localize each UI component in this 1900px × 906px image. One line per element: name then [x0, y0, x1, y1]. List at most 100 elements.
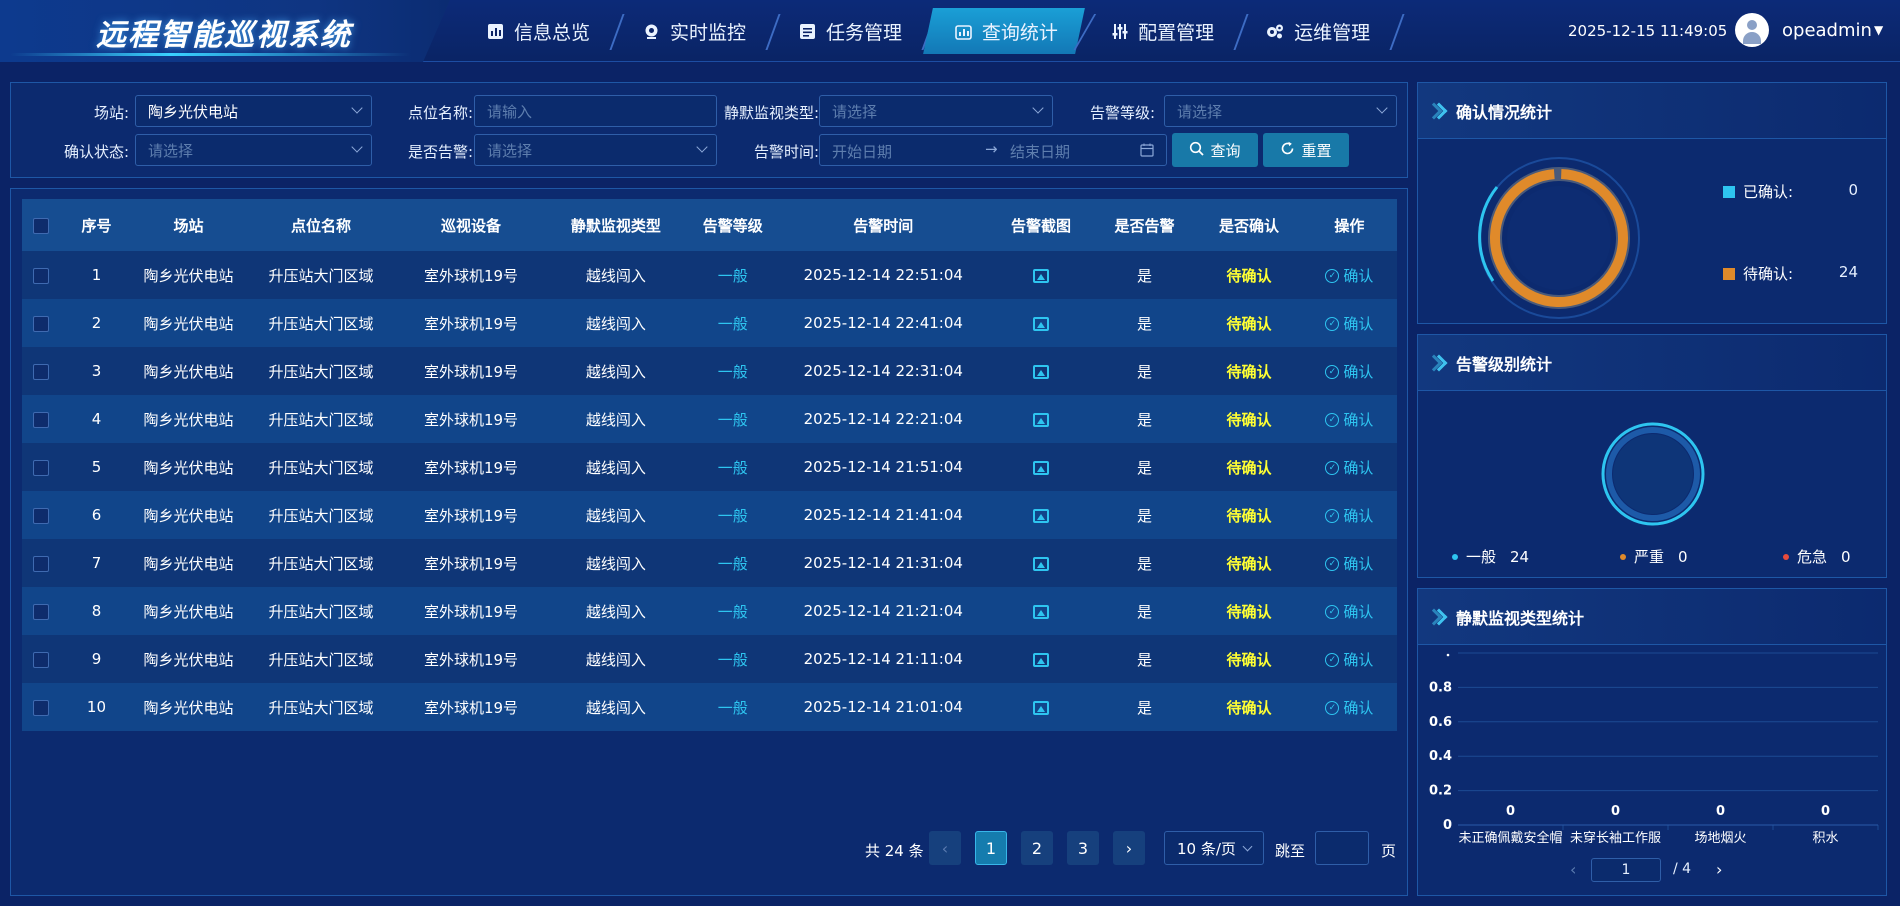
confirm-action-label: 确认: [1343, 651, 1374, 670]
is-alarm-select[interactable]: 请选择: [474, 134, 717, 166]
confirm-action-link[interactable]: ✓ 确认: [1325, 697, 1373, 718]
cell-device: 室外球机19号: [423, 458, 519, 477]
nav-item-query-stats[interactable]: 查询统计: [923, 8, 1085, 54]
chevron-down-icon: [351, 141, 363, 153]
user-avatar[interactable]: [1735, 13, 1769, 47]
alarm-time-range[interactable]: 开始日期 → 结束日期: [819, 134, 1167, 166]
table-row[interactable]: 3 陶乡光伏电站 升压站大门区域 室外球机19号 越线闯入 一般 2025-12-14 22…: [22, 347, 1397, 395]
chart-prev-icon[interactable]: ‹: [1570, 860, 1576, 879]
y-tick-label: 0.6: [1429, 715, 1452, 730]
confirm-action-label: 确认: [1343, 363, 1374, 382]
image-icon[interactable]: [1033, 604, 1050, 619]
page-size-select[interactable]: 10 条/页: [1164, 831, 1264, 865]
nav-item-task[interactable]: 任务管理: [772, 8, 924, 54]
confirm-action-link[interactable]: ✓ 确认: [1325, 601, 1373, 622]
page-button-1[interactable]: 1: [975, 831, 1007, 865]
image-icon[interactable]: [1033, 700, 1050, 715]
row-checkbox[interactable]: [32, 699, 49, 716]
table-row[interactable]: 6 陶乡光伏电站 升压站大门区域 室外球机19号 越线闯入 一般 2025-12-14 21…: [22, 491, 1397, 539]
camera-icon: [642, 22, 660, 40]
confirm-status-select[interactable]: 请选择: [135, 134, 372, 166]
cell-type: 越线闯入: [585, 314, 646, 333]
y-tick-label: 0.4: [1429, 749, 1452, 764]
cell-confirmed: 待确认: [1226, 362, 1272, 381]
confirm-action-link[interactable]: ✓ 确认: [1325, 265, 1373, 286]
image-icon[interactable]: [1033, 508, 1050, 523]
cell-alarm: 是: [1136, 458, 1152, 477]
image-icon[interactable]: [1033, 364, 1050, 379]
confirm-action-link[interactable]: ✓ 确认: [1325, 505, 1373, 526]
cell-type: 越线闯入: [585, 266, 646, 285]
query-button[interactable]: 查询: [1172, 133, 1258, 167]
cell-type: 越线闯入: [585, 698, 646, 717]
nav-item-ops[interactable]: 运维管理: [1240, 8, 1392, 54]
station-select[interactable]: 陶乡光伏电站: [135, 95, 372, 127]
column-header: 场站: [173, 216, 204, 235]
table-row[interactable]: 8 陶乡光伏电站 升压站大门区域 室外球机19号 越线闯入 一般 2025-12-14 21…: [22, 587, 1397, 635]
table-row[interactable]: 10 陶乡光伏电站 升压站大门区域 室外球机19号 越线闯入 一般 2025-12-14 2…: [22, 683, 1397, 731]
jump-page-input[interactable]: [1315, 831, 1369, 865]
page-button-2[interactable]: 2: [1021, 831, 1053, 865]
next-page-button[interactable]: ›: [1113, 831, 1145, 865]
row-checkbox[interactable]: [32, 555, 49, 572]
confirm-action-link[interactable]: ✓ 确认: [1325, 409, 1373, 430]
confirm-action-label: 确认: [1343, 699, 1374, 718]
table-row[interactable]: 2 陶乡光伏电站 升压站大门区域 室外球机19号 越线闯入 一般 2025-12-14 22…: [22, 299, 1397, 347]
nav-item-monitor[interactable]: 实时监控: [616, 8, 768, 54]
image-icon[interactable]: [1033, 652, 1050, 667]
select-all-checkbox[interactable]: [32, 217, 49, 234]
table-row[interactable]: 5 陶乡光伏电站 升压站大门区域 室外球机19号 越线闯入 一般 2025-12-14 21…: [22, 443, 1397, 491]
table-row[interactable]: 9 陶乡光伏电站 升压站大门区域 室外球机19号 越线闯入 一般 2025-12-14 21…: [22, 635, 1397, 683]
cell-level: 一般: [717, 506, 748, 525]
confirm-action-link[interactable]: ✓ 确认: [1325, 553, 1373, 574]
image-icon[interactable]: [1033, 556, 1050, 571]
row-checkbox[interactable]: [32, 603, 49, 620]
page-button-3[interactable]: 3: [1067, 831, 1099, 865]
alarm-level-select[interactable]: 请选择: [1164, 95, 1397, 127]
prev-page-button[interactable]: ‹: [929, 831, 961, 865]
bar-value-label: 0: [1821, 804, 1830, 819]
image-icon[interactable]: [1033, 412, 1050, 427]
table-header-row: 序号 场站 点位名称 巡视设备 静默监视类型 告警等级 告警时间 告警截图 是否…: [22, 199, 1397, 251]
table-row[interactable]: 1 陶乡光伏电站 升压站大门区域 室外球机19号 越线闯入 一般 2025-12-14 22…: [22, 251, 1397, 299]
row-checkbox[interactable]: [32, 507, 49, 524]
cell-screenshot: [989, 491, 1092, 539]
confirm-action-link[interactable]: ✓ 确认: [1325, 649, 1373, 670]
nav-label: 任务管理: [826, 21, 903, 44]
point-name-input[interactable]: 请输入: [474, 95, 717, 127]
level-stats-card: 告警级别统计 一般 24 严重 0 危急 0: [1417, 334, 1887, 578]
type-bar-chart: 0 0.2 0.4 0.6 0.8 0 未正确佩戴安全帽 0 未穿长袖工作服 0 场地烟火 0 积水: [1418, 645, 1888, 846]
row-checkbox[interactable]: [32, 651, 49, 668]
confirm-action-link[interactable]: ✓ 确认: [1325, 457, 1373, 478]
cell-device: 室外球机19号: [423, 698, 519, 717]
confirm-action-label: 确认: [1343, 315, 1374, 334]
row-checkbox[interactable]: [32, 459, 49, 476]
start-date-placeholder: 开始日期: [832, 143, 893, 161]
table-row[interactable]: 4 陶乡光伏电站 升压站大门区域 室外球机19号 越线闯入 一般 2025-12-14 22…: [22, 395, 1397, 443]
range-arrow-icon: →: [985, 140, 998, 158]
image-icon[interactable]: [1033, 316, 1050, 331]
nav-item-overview[interactable]: 信息总览: [460, 8, 612, 54]
table-row[interactable]: 7 陶乡光伏电站 升压站大门区域 室外球机19号 越线闯入 一般 2025-12-14 21…: [22, 539, 1397, 587]
row-checkbox[interactable]: [32, 411, 49, 428]
cell-level: 一般: [717, 650, 748, 669]
silent-type-select[interactable]: 请选择: [819, 95, 1053, 127]
image-icon[interactable]: [1033, 268, 1050, 283]
cell-action: ✓ 确认: [1302, 347, 1397, 395]
is-alarm-placeholder: 请选择: [487, 141, 533, 160]
chevron-down-icon: [1032, 102, 1044, 114]
chart-next-icon[interactable]: ›: [1716, 860, 1722, 879]
confirm-action-link[interactable]: ✓ 确认: [1325, 313, 1373, 334]
cell-level: 一般: [717, 602, 748, 621]
nav-item-config[interactable]: 配置管理: [1084, 8, 1236, 54]
image-icon[interactable]: [1033, 460, 1050, 475]
user-name[interactable]: opeadmin: [1782, 20, 1872, 41]
row-checkbox[interactable]: [32, 363, 49, 380]
chart-page-input[interactable]: 1: [1591, 858, 1661, 882]
row-checkbox[interactable]: [32, 267, 49, 284]
reset-button[interactable]: 重置: [1263, 133, 1349, 167]
y-tick-label: 0: [1443, 818, 1452, 833]
caret-down-icon[interactable]: ▼: [1874, 23, 1883, 37]
row-checkbox[interactable]: [32, 315, 49, 332]
confirm-action-link[interactable]: ✓ 确认: [1325, 361, 1373, 382]
